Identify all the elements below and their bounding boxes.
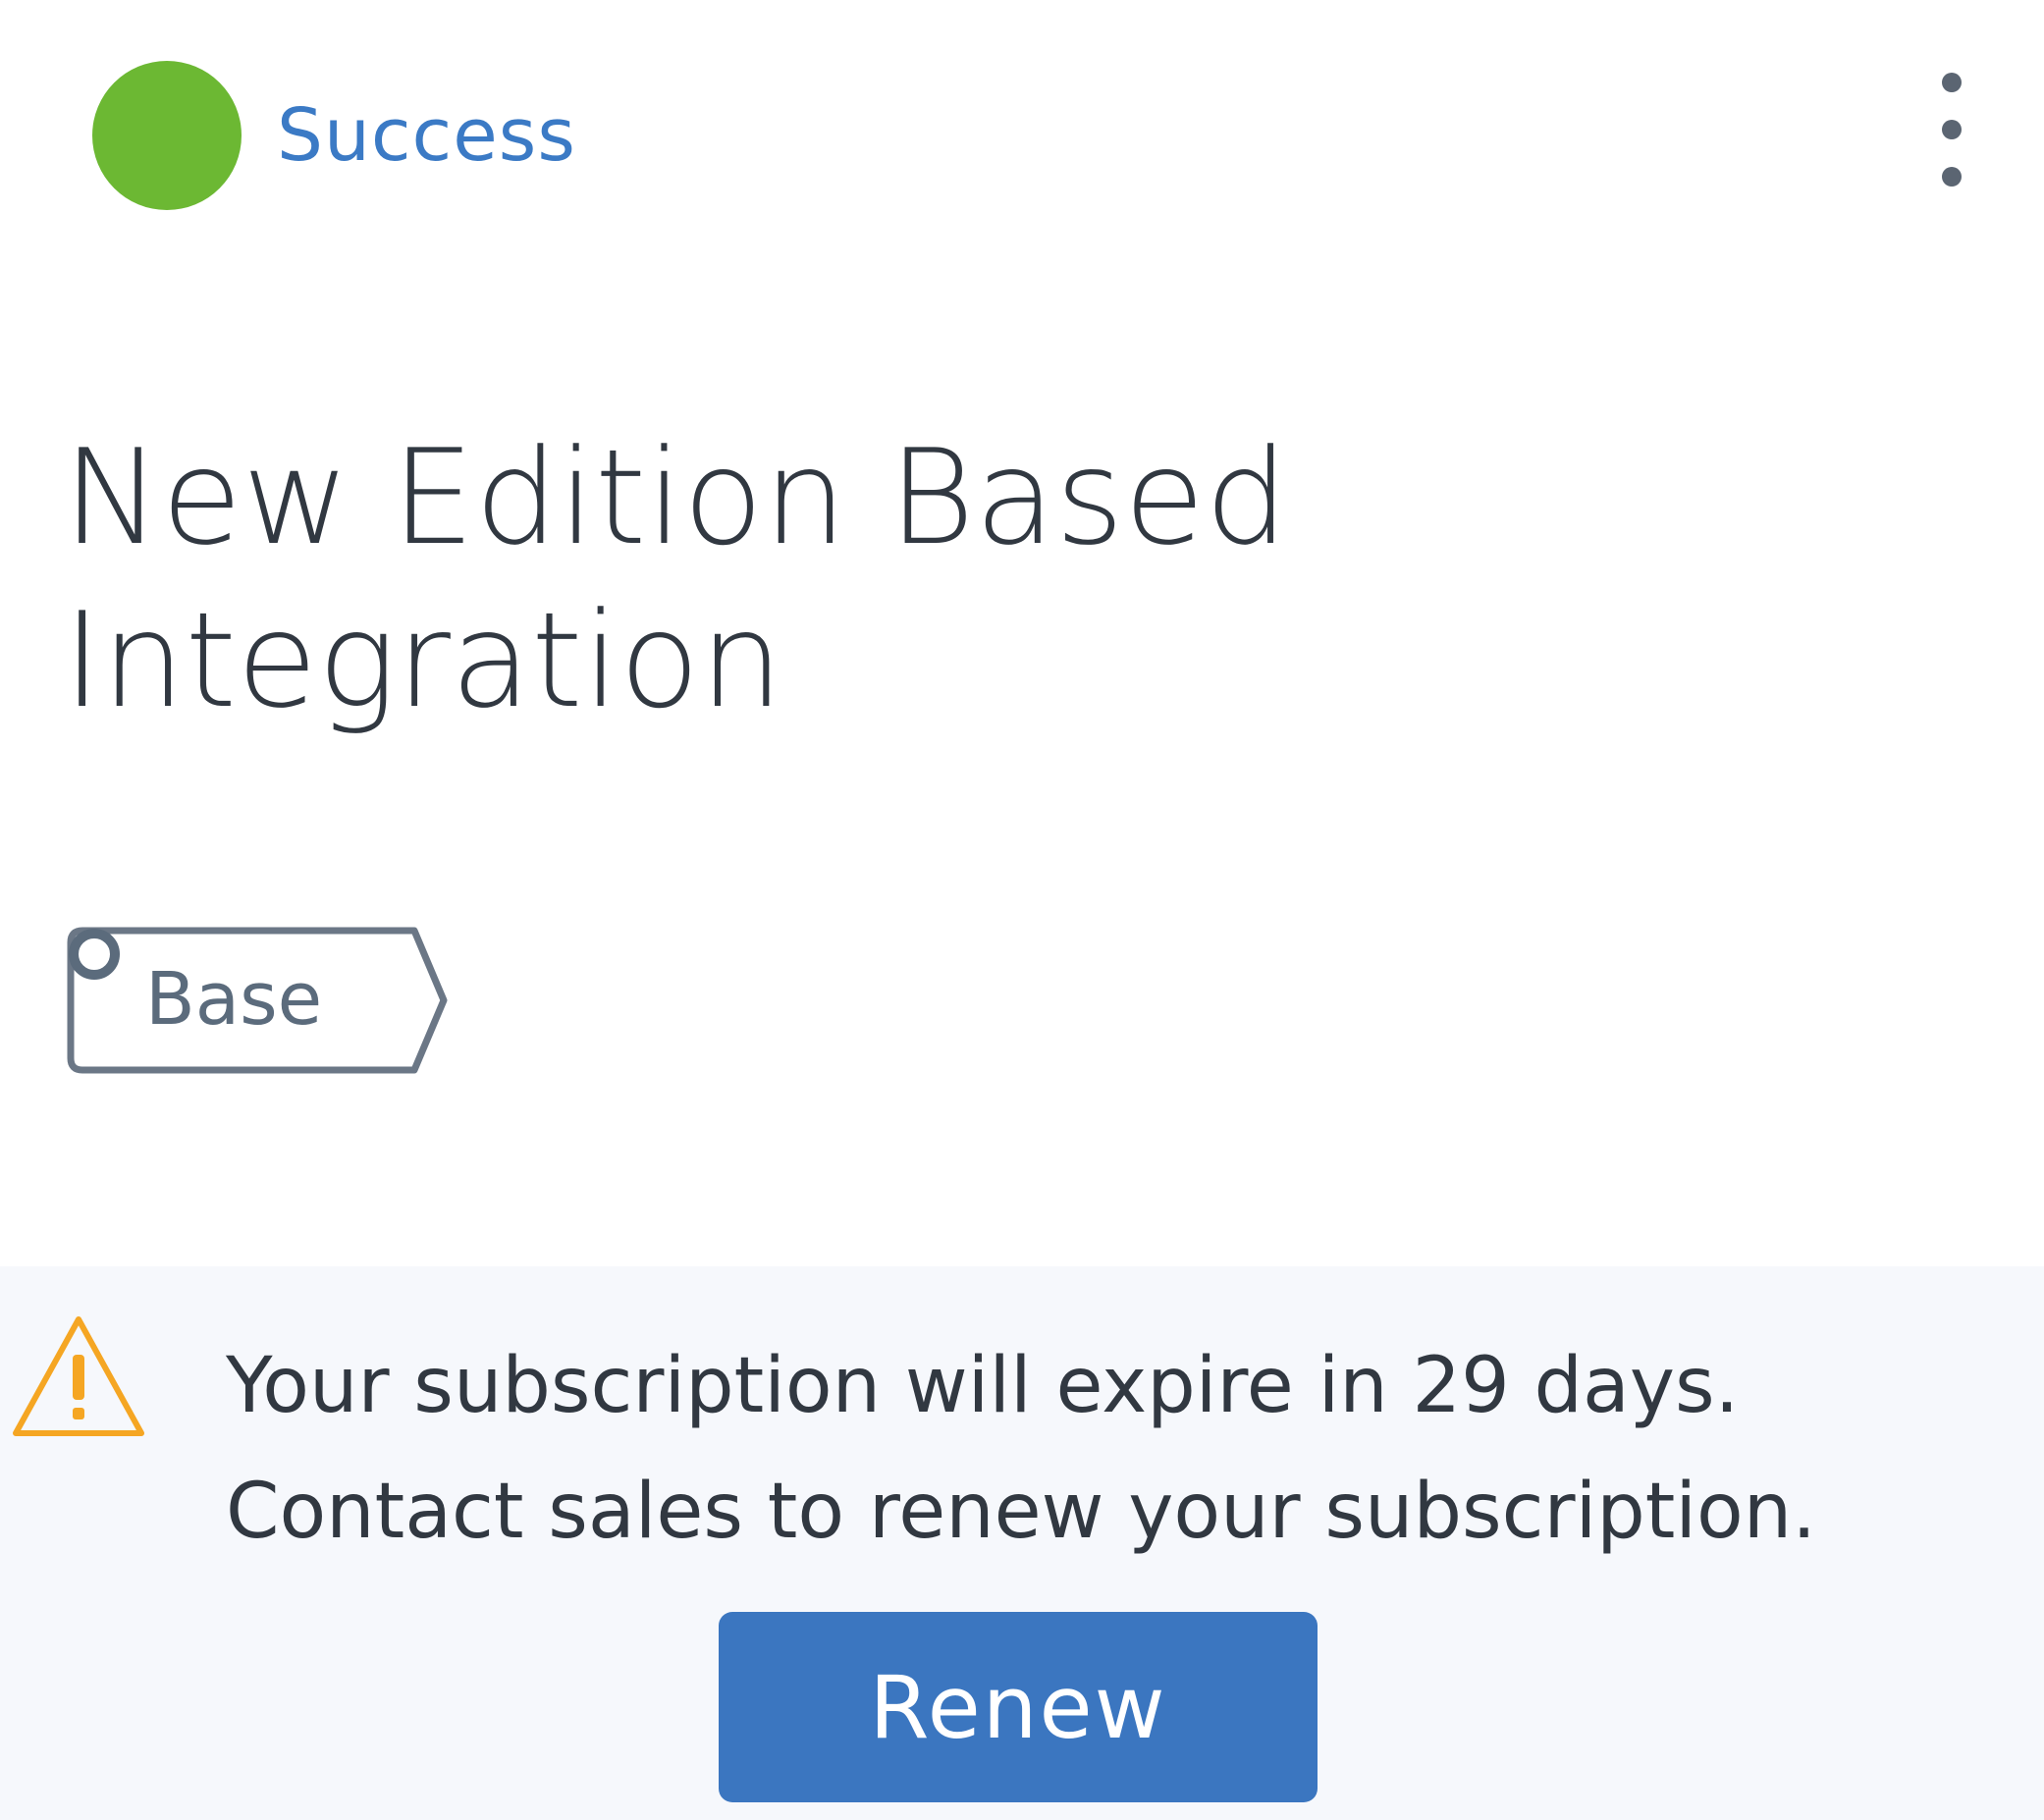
integration-card: Success New Edition Based Integration Ba… — [0, 0, 2044, 1820]
alert-line-1: Your subscription will expire in 29 days… — [226, 1342, 1740, 1430]
warning-icon — [13, 1316, 144, 1436]
more-vertical-icon-dot — [1942, 120, 1962, 139]
status-indicator: Success — [92, 61, 576, 210]
alert-line-2: Contact sales to renew your subscription… — [226, 1468, 1816, 1556]
status-label: Success — [277, 93, 576, 178]
more-options-button[interactable] — [1924, 73, 1979, 187]
edition-tag: Base — [67, 927, 452, 1074]
ring-icon — [69, 929, 120, 980]
tag-label: Base — [145, 957, 323, 1042]
subscription-alert: Your subscription will expire in 29 days… — [0, 1266, 2044, 1820]
more-vertical-icon — [1942, 73, 1962, 92]
status-dot-icon — [92, 61, 242, 210]
alert-message: Your subscription will expire in 29 days… — [226, 1323, 1993, 1575]
renew-button[interactable]: Renew — [719, 1612, 1318, 1802]
card-title: New Edition Based Integration — [63, 421, 1289, 737]
more-vertical-icon-dot — [1942, 167, 1962, 187]
